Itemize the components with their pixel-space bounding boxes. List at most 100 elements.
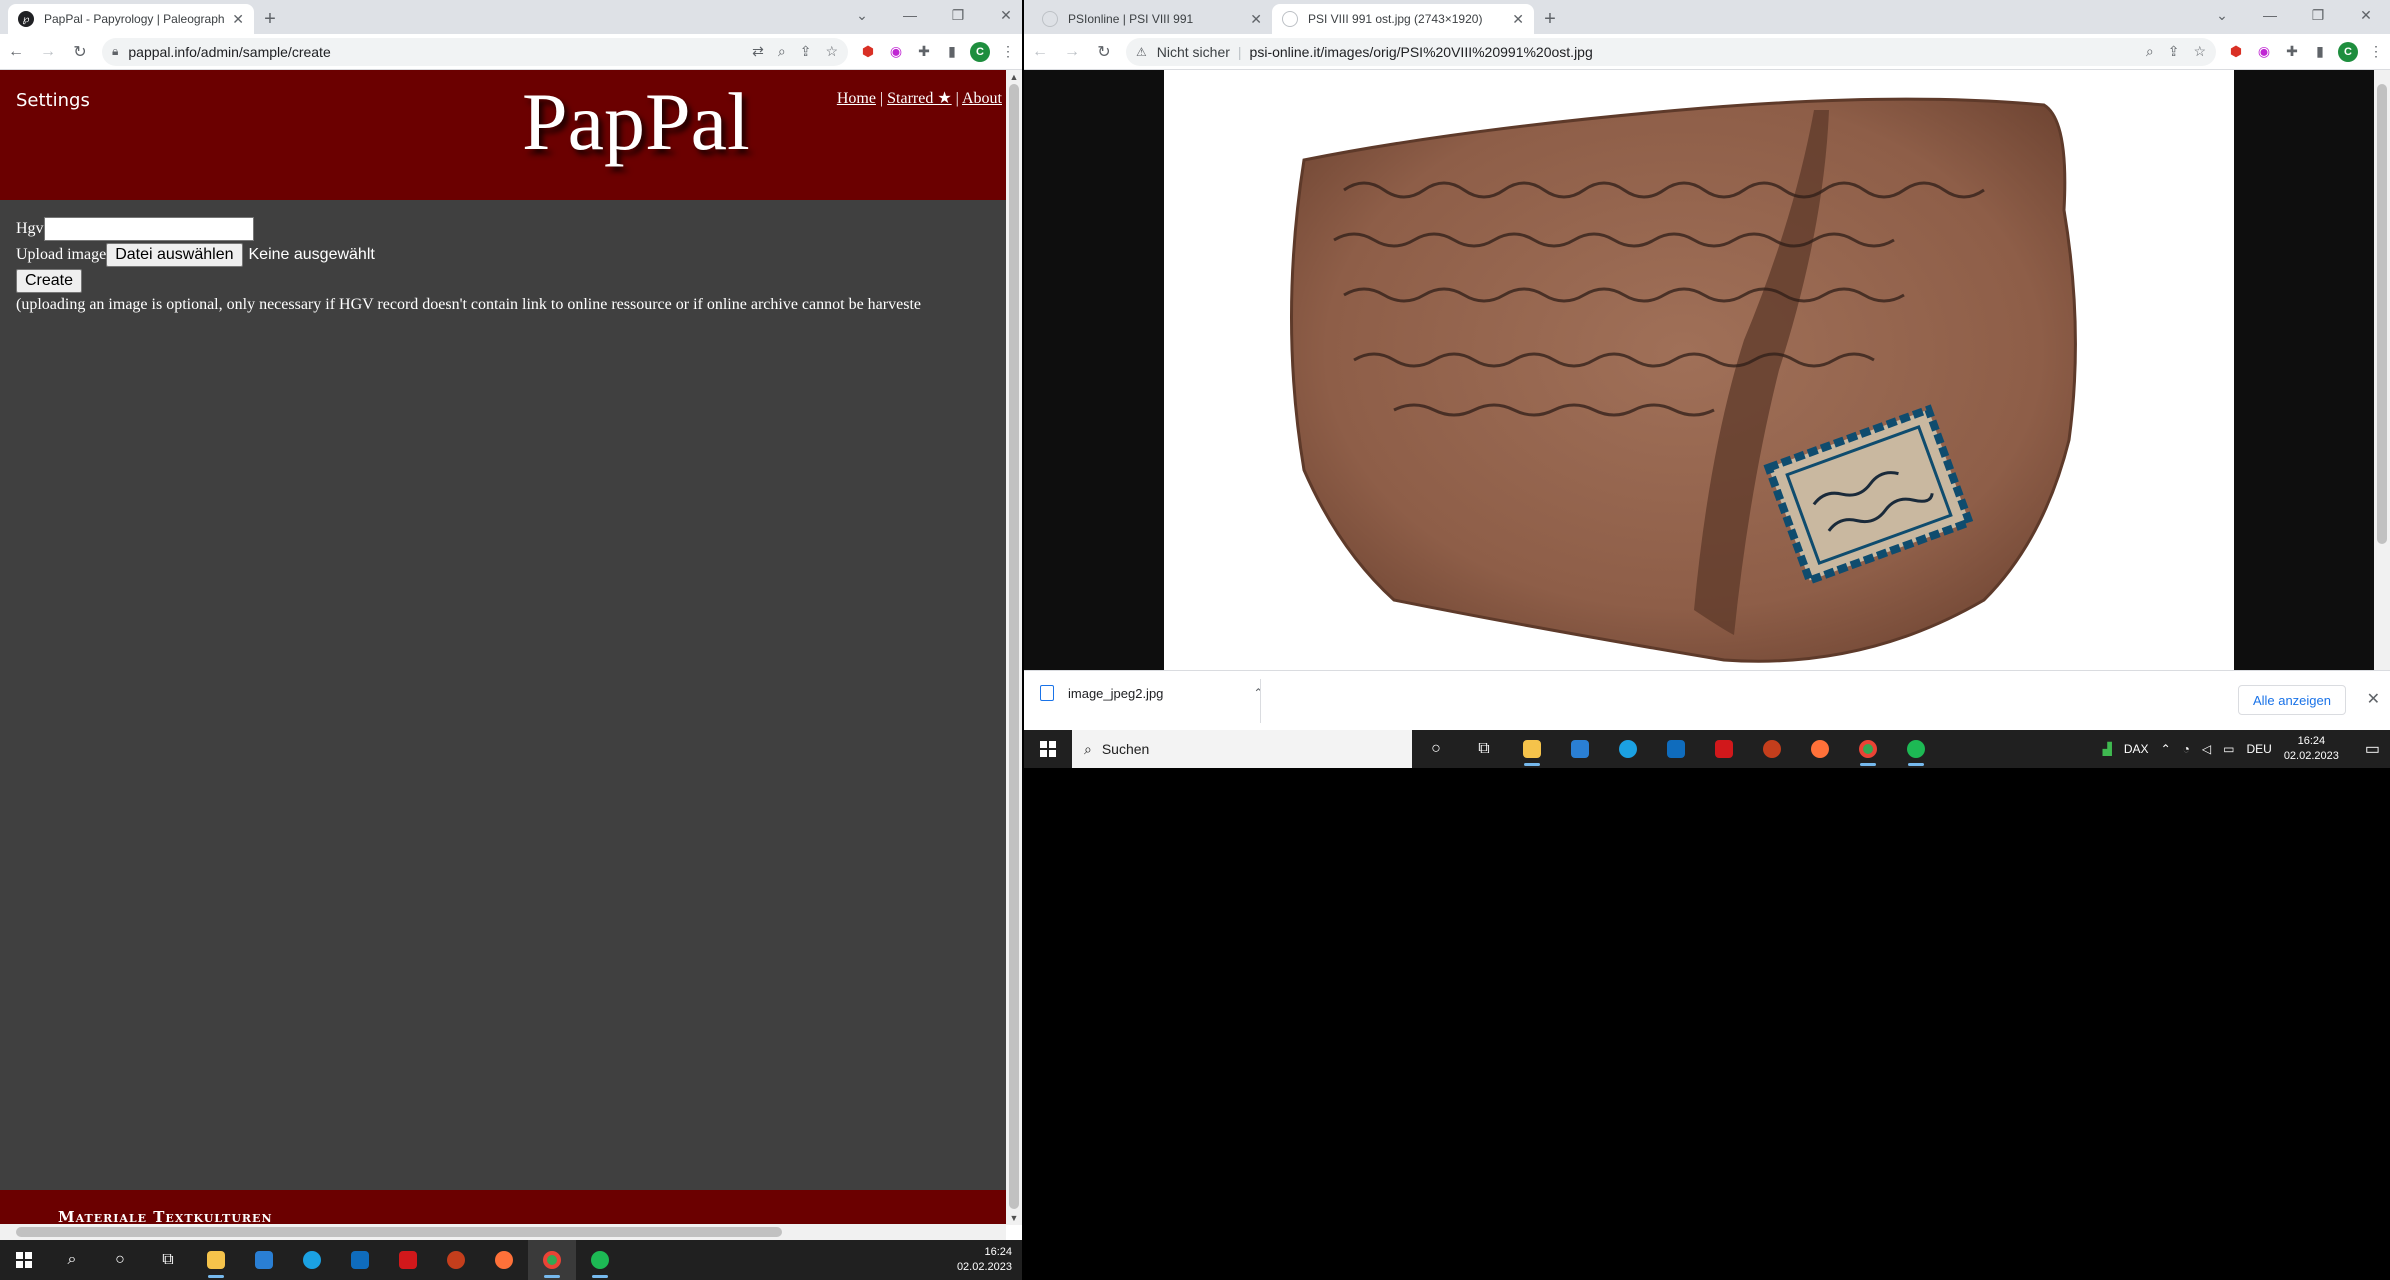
extension-icon[interactable]: ⬢ [2222, 38, 2250, 66]
powerpoint-icon[interactable] [432, 1240, 480, 1280]
star-icon[interactable]: ☆ [825, 43, 838, 60]
mail-icon[interactable] [336, 1240, 384, 1280]
minimize-icon[interactable]: — [886, 7, 934, 23]
zoom-icon[interactable]: ⌕ [778, 43, 786, 60]
close-icon[interactable]: ✕ [1512, 11, 1524, 28]
dax-label[interactable]: DAX [2124, 742, 2149, 756]
notification-icon[interactable]: ▭ [2365, 739, 2380, 759]
chrome-icon[interactable] [1844, 730, 1892, 768]
extension-icon[interactable]: ◉ [2250, 38, 2278, 66]
scroll-up-icon[interactable]: ▲ [1006, 72, 1022, 82]
nav-home-link[interactable]: Home [837, 90, 876, 107]
firefox-icon[interactable] [480, 1240, 528, 1280]
share-icon[interactable]: ⇪ [2168, 43, 2180, 60]
close-icon[interactable]: ✕ [1250, 11, 1262, 28]
star-icon[interactable]: ☆ [2193, 43, 2206, 60]
extension-icon[interactable]: ◉ [882, 38, 910, 66]
battery-icon[interactable]: ▭ [2223, 742, 2234, 756]
cortana-icon[interactable]: ○ [96, 1240, 144, 1280]
spotify-icon[interactable] [576, 1240, 624, 1280]
menu-icon[interactable]: ⋮ [994, 38, 1022, 66]
tab-psionline[interactable]: PSIonline | PSI VIII 991 ✕ [1032, 4, 1272, 34]
download-item[interactable]: image_jpeg2.jpg ⌃ [1040, 685, 1263, 701]
settings-link[interactable]: Settings [16, 90, 90, 111]
store-icon[interactable] [1556, 730, 1604, 768]
hgv-input[interactable] [43, 217, 254, 241]
chart-icon[interactable]: ▟ [2103, 742, 2112, 756]
minimize-icon[interactable]: — [2246, 7, 2294, 23]
pappal-logo[interactable]: PapPal [522, 75, 750, 169]
ostracon-photo[interactable] [1164, 70, 2234, 670]
edge-icon[interactable] [1604, 730, 1652, 768]
edge-icon[interactable] [288, 1240, 336, 1280]
extensions-icon[interactable]: ✚ [910, 38, 938, 66]
chrome-icon[interactable] [528, 1240, 576, 1280]
vertical-scrollbar[interactable] [2374, 70, 2390, 670]
back-icon[interactable]: ← [0, 38, 32, 66]
scroll-thumb[interactable] [16, 1227, 782, 1237]
scroll-thumb[interactable] [2377, 84, 2387, 544]
nav-about-link[interactable]: About [962, 90, 1002, 107]
sidebar-icon[interactable]: ▮ [938, 38, 966, 66]
language-indicator[interactable]: DEU [2246, 742, 2271, 756]
profile-avatar[interactable]: C [966, 38, 994, 66]
acrobat-icon[interactable] [1700, 730, 1748, 768]
profile-avatar[interactable]: C [2334, 38, 2362, 66]
show-all-button[interactable]: Alle anzeigen [2237, 685, 2346, 715]
tab-search-icon[interactable]: ⌄ [838, 7, 886, 24]
close-window-icon[interactable]: ✕ [982, 7, 1030, 24]
windows-icon[interactable] [1024, 730, 1072, 768]
choose-file-button[interactable]: Datei auswählen [106, 243, 243, 267]
not-secure-label[interactable]: Nicht sicher [1157, 44, 1230, 60]
task-view-icon[interactable]: ⧉ [144, 1240, 192, 1280]
clock[interactable]: 16:24 02.02.2023 [2284, 734, 2339, 764]
task-view-icon[interactable]: ⧉ [1460, 730, 1508, 768]
chevron-up-icon[interactable]: ⌃ [2161, 742, 2171, 756]
tab-pappal[interactable]: ℘ PapPal - Papyrology | Paleograph ✕ [8, 4, 254, 34]
extension-icon[interactable]: ⬢ [854, 38, 882, 66]
close-icon[interactable]: ✕ [232, 11, 244, 28]
tab-psi-image[interactable]: PSI VIII 991 ost.jpg (2743×1920) ✕ [1272, 4, 1534, 34]
forward-icon[interactable]: → [32, 38, 64, 66]
taskbar-search[interactable]: ⌕ Suchen [1072, 730, 1412, 768]
address-bar[interactable]: ⚠ Nicht sicher | psi-online.it/images/or… [1126, 37, 2216, 66]
translate-icon[interactable]: ⇄ [752, 43, 764, 60]
firefox-icon[interactable] [1796, 730, 1844, 768]
chevron-up-icon[interactable]: ⌃ [1253, 686, 1263, 700]
windows-icon[interactable] [0, 1240, 48, 1280]
vertical-scrollbar[interactable]: ▲ ▼ [1006, 70, 1022, 1225]
spotify-icon[interactable] [1892, 730, 1940, 768]
scroll-thumb[interactable] [1009, 84, 1019, 1209]
nav-starred-link[interactable]: Starred ★ [887, 90, 952, 107]
new-tab-button[interactable]: + [1536, 5, 1564, 33]
sidebar-icon[interactable]: ▮ [2306, 38, 2334, 66]
restore-icon[interactable]: ❐ [2294, 7, 2342, 24]
tab-search-icon[interactable]: ⌄ [2198, 7, 2246, 24]
mail-icon[interactable] [1652, 730, 1700, 768]
powerpoint-icon[interactable] [1748, 730, 1796, 768]
restore-icon[interactable]: ❐ [934, 7, 982, 24]
reload-icon[interactable]: ↻ [64, 38, 96, 66]
horizontal-scrollbar[interactable] [0, 1224, 1006, 1240]
close-icon[interactable]: ✕ [2367, 689, 2380, 709]
address-bar[interactable]: 🔒︎ pappal.info/admin/sample/create ⇄ ⌕ ⇪… [102, 37, 848, 66]
network-icon[interactable]: ◔ [2183, 742, 2190, 756]
cortana-icon[interactable]: ○ [1412, 730, 1460, 768]
reload-icon[interactable]: ↻ [1088, 38, 1120, 66]
explorer-icon[interactable] [192, 1240, 240, 1280]
create-button[interactable]: Create [16, 269, 83, 293]
clock[interactable]: 16:24 02.02.2023 [957, 1245, 1012, 1275]
zoom-icon[interactable]: ⌕ [2146, 43, 2154, 60]
search-icon[interactable]: ⌕ [48, 1240, 96, 1280]
store-icon[interactable] [240, 1240, 288, 1280]
back-icon[interactable]: ← [1024, 38, 1056, 66]
explorer-icon[interactable] [1508, 730, 1556, 768]
acrobat-icon[interactable] [384, 1240, 432, 1280]
new-tab-button[interactable]: + [256, 5, 284, 33]
share-icon[interactable]: ⇪ [800, 43, 812, 60]
warning-icon[interactable]: ⚠ [1136, 45, 1147, 59]
extensions-icon[interactable]: ✚ [2278, 38, 2306, 66]
menu-icon[interactable]: ⋮ [2362, 38, 2390, 66]
scroll-down-icon[interactable]: ▼ [1006, 1213, 1022, 1223]
volume-icon[interactable]: ◁ [2202, 742, 2211, 756]
